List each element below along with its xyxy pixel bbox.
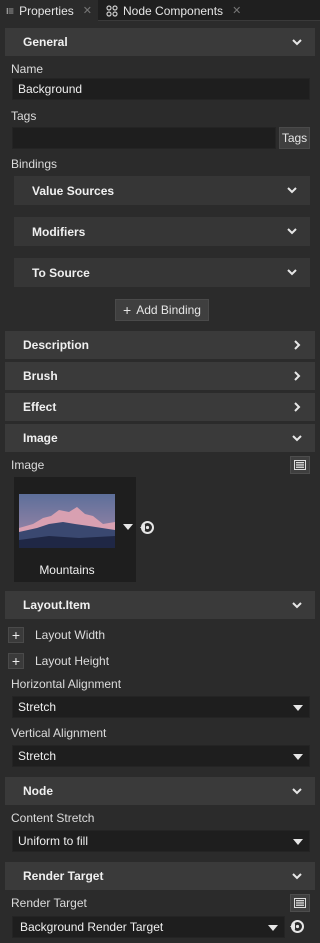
section-description[interactable]: Description [5,331,315,359]
section-render-target-title: Render Target [23,869,104,883]
horizontal-alignment-label: Horizontal Alignment [11,677,122,691]
plus-icon: + [11,627,21,643]
tags-label: Tags [11,109,37,123]
section-image-title: Image [23,431,58,445]
tab-properties[interactable]: Properties ✕ [0,0,98,21]
dropdown-arrow-icon [293,705,303,711]
name-label: Name [11,62,44,76]
close-icon[interactable]: ✕ [83,4,92,17]
tags-field[interactable] [12,127,276,149]
section-effect-title: Effect [23,400,57,414]
section-effect[interactable]: Effect [5,393,315,421]
add-layout-width-button[interactable]: + [8,627,24,643]
to-source-title: To Source [32,265,90,280]
plus-icon: + [11,653,21,669]
render-target-resource-button[interactable] [290,894,310,912]
dropdown-arrow-icon [268,925,278,931]
render-target-value: Background Render Target [20,920,164,934]
chevron-down-icon [292,435,302,442]
chevron-down-icon [287,269,297,276]
section-description-title: Description [23,338,90,352]
tab-node-components-label: Node Components [123,3,224,18]
node-components-icon [106,4,118,17]
content-stretch-value: Uniform to fill [18,834,89,848]
render-target-dropdown[interactable]: Background Render Target [12,916,285,938]
horizontal-alignment-dropdown[interactable]: Stretch [12,696,310,718]
subsection-value-sources[interactable]: Value Sources [14,176,310,205]
tab-node-components[interactable]: Node Components ✕ [100,0,250,21]
content-stretch-label: Content Stretch [11,811,95,825]
vertical-alignment-value: Stretch [18,749,57,763]
chevron-right-icon [294,371,301,381]
horizontal-alignment-value: Stretch [18,700,57,714]
close-icon[interactable]: ✕ [232,4,241,17]
modifiers-title: Modifiers [32,224,86,239]
image-dropdown-arrow[interactable] [123,524,133,530]
subsection-modifiers[interactable]: Modifiers [14,217,310,246]
name-field[interactable]: Background [12,78,310,100]
image-label: Image [11,458,45,472]
chevron-right-icon [294,402,301,412]
chevron-down-icon [292,873,302,880]
section-general[interactable]: General [5,28,315,56]
dropdown-arrow-icon [293,754,303,760]
image-resource-icon [294,898,306,908]
tab-properties-label: Properties [19,3,74,18]
add-binding-button[interactable]: + Add Binding [115,299,209,321]
section-node[interactable]: Node [5,777,315,805]
chevron-down-icon [292,602,302,609]
add-layout-height-button[interactable]: + [8,653,24,669]
vertical-alignment-dropdown[interactable]: Stretch [12,745,310,767]
section-general-title: General [23,35,68,49]
section-layout-item-title: Layout.Item [23,598,91,612]
image-resource-icon [294,460,306,470]
vertical-alignment-label: Vertical Alignment [11,726,107,740]
subsection-to-source[interactable]: To Source [14,258,310,287]
properties-icon [6,7,14,14]
bindings-label: Bindings [11,157,58,171]
render-target-label: Render Target [11,896,87,910]
layout-width-label: Layout Width [35,628,106,642]
section-node-title: Node [23,784,53,798]
dropdown-arrow-icon [293,839,303,845]
image-thumbnail-box[interactable]: Mountains [14,477,136,582]
section-brush-title: Brush [23,369,58,383]
section-layout-item[interactable]: Layout.Item [5,591,315,619]
add-binding-label: Add Binding [136,303,201,317]
value-sources-title: Value Sources [32,183,115,198]
layout-height-label: Layout Height [35,654,110,668]
section-brush[interactable]: Brush [5,362,315,390]
chevron-down-icon [292,39,302,46]
chevron-right-icon [294,340,301,350]
tags-button[interactable]: Tags [279,127,310,149]
chevron-down-icon [292,788,302,795]
mountains-thumbnail [19,494,115,548]
thumbnail-caption: Mountains [39,563,95,577]
section-render-target[interactable]: Render Target [5,862,315,890]
reset-icon[interactable] [140,520,155,535]
chevron-down-icon [287,228,297,235]
section-image[interactable]: Image [5,424,315,452]
plus-icon: + [123,302,132,318]
resource-picker-button[interactable] [290,456,310,474]
content-stretch-dropdown[interactable]: Uniform to fill [12,830,310,852]
reset-icon[interactable] [290,919,305,934]
tab-bar: Properties ✕ Node Components ✕ [0,0,320,21]
chevron-down-icon [287,187,297,194]
